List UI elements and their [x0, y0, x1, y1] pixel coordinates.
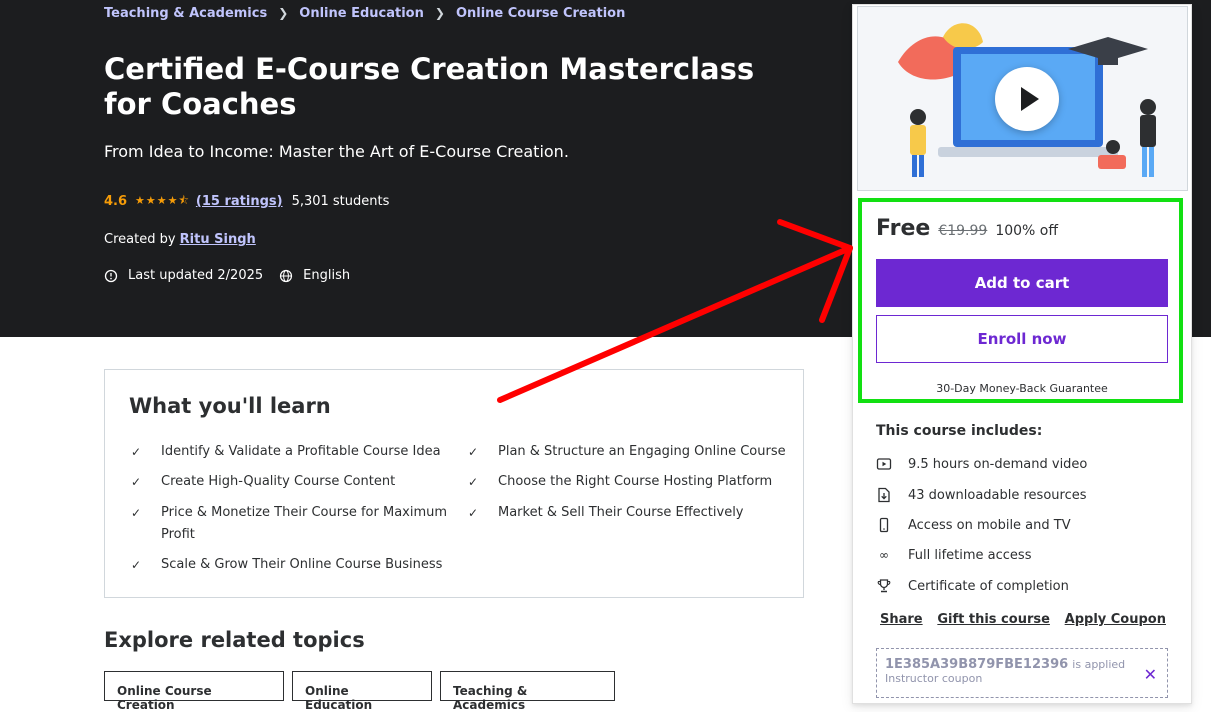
- explore-topics-heading: Explore related topics: [104, 628, 365, 652]
- coupon-code: 1E385A39B879FBE12396: [885, 657, 1069, 672]
- chevron-right-icon: ❯: [278, 6, 289, 20]
- coupon-applied-label: is applied: [1072, 658, 1126, 671]
- share-button[interactable]: Share: [880, 612, 923, 627]
- last-updated: Last updated 2/2025: [128, 268, 264, 283]
- include-item: 9.5 hours on-demand video: [876, 456, 1087, 472]
- check-icon: ✓: [131, 506, 142, 520]
- globe-icon: [280, 269, 293, 282]
- check-icon: ✓: [131, 475, 142, 489]
- infinity-icon: ∞: [879, 548, 889, 562]
- include-item: Certificate of completion: [876, 578, 1069, 594]
- course-preview-video[interactable]: [857, 6, 1188, 191]
- learn-item: ✓ Market & Sell Their Course Effectively: [468, 502, 788, 524]
- rating-row: 4.6 ★★★★⯪ (15 ratings) 5,301 students: [104, 192, 389, 211]
- learn-item-text: Plan & Structure an Engaging Online Cour…: [498, 444, 786, 459]
- instructor-link[interactable]: Ritu Singh: [180, 232, 256, 247]
- alert-clock-icon: [104, 269, 118, 282]
- check-icon: ✓: [131, 558, 142, 572]
- play-icon[interactable]: [995, 67, 1059, 131]
- learn-item: ✓ Create High-Quality Course Content: [131, 471, 451, 493]
- topic-tag-online-education[interactable]: Online Education: [292, 671, 432, 712]
- ratings-count-link[interactable]: (15 ratings): [196, 194, 283, 209]
- what-you-learn-box: What you'll learn ✓ Identify & Validate …: [104, 369, 804, 598]
- apply-coupon-button[interactable]: Apply Coupon: [1065, 612, 1166, 627]
- course-subtitle: From Idea to Income: Master the Art of E…: [104, 142, 569, 161]
- course-meta: Last updated 2/2025 English: [104, 268, 366, 283]
- rating-value: 4.6: [104, 194, 128, 209]
- check-icon: ✓: [131, 445, 142, 459]
- created-by: Created by Ritu Singh: [104, 232, 256, 247]
- applied-coupon: 1E385A39B879FBE12396 is applied Instruct…: [876, 648, 1168, 698]
- include-item-text: 9.5 hours on-demand video: [908, 456, 1088, 472]
- file-download-icon: [878, 487, 890, 503]
- gift-course-button[interactable]: Gift this course: [937, 612, 1050, 627]
- breadcrumb-item-online-course-creation[interactable]: Online Course Creation: [456, 6, 625, 21]
- learn-item: ✓ Identify & Validate a Profitable Cours…: [131, 441, 451, 463]
- include-item: 43 downloadable resources: [876, 487, 1087, 503]
- includes-heading: This course includes:: [876, 423, 1043, 439]
- include-item-text: Access on mobile and TV: [908, 517, 1071, 533]
- include-item-text: 43 downloadable resources: [908, 487, 1087, 503]
- check-icon: ✓: [468, 445, 479, 459]
- annotation-highlight-box: [858, 198, 1183, 403]
- students-count: 5,301 students: [291, 194, 390, 209]
- video-icon: [876, 458, 892, 470]
- what-you-learn-heading: What you'll learn: [129, 394, 331, 418]
- breadcrumb: Teaching & Academics ❯ Online Education …: [104, 4, 625, 22]
- coupon-note: Instructor coupon: [885, 672, 983, 685]
- learn-item-text: Price & Monetize Their Course for Maximu…: [161, 505, 448, 542]
- check-icon: ✓: [468, 506, 479, 520]
- star-rating-icon: ★★★★⯪: [135, 194, 190, 207]
- include-item: Access on mobile and TV: [876, 517, 1071, 533]
- mobile-icon: [879, 517, 889, 533]
- include-item: ∞ Full lifetime access: [876, 547, 1031, 563]
- learn-item-text: Market & Sell Their Course Effectively: [498, 505, 744, 520]
- breadcrumb-item-teaching-academics[interactable]: Teaching & Academics: [104, 6, 267, 21]
- learn-item-text: Create High-Quality Course Content: [161, 474, 396, 489]
- learn-item: ✓ Scale & Grow Their Online Course Busin…: [131, 554, 451, 576]
- learn-item: ✓ Price & Monetize Their Course for Maxi…: [131, 502, 451, 546]
- learn-item: ✓ Choose the Right Course Hosting Platfo…: [468, 471, 788, 493]
- topic-tag-online-course-creation[interactable]: Online Course Creation: [104, 671, 284, 712]
- topic-tag-teaching-academics[interactable]: Teaching & Academics: [440, 671, 615, 712]
- created-by-label: Created by: [104, 232, 176, 247]
- remove-coupon-icon[interactable]: ✕: [1144, 665, 1157, 684]
- learn-item-text: Scale & Grow Their Online Course Busines…: [161, 557, 443, 572]
- learn-item: ✓ Plan & Structure an Engaging Online Co…: [468, 441, 788, 463]
- check-icon: ✓: [468, 475, 479, 489]
- course-title: Certified E-Course Creation Masterclass …: [104, 52, 755, 121]
- course-language: English: [303, 268, 351, 283]
- breadcrumb-item-online-education[interactable]: Online Education: [299, 6, 424, 21]
- include-item-text: Certificate of completion: [908, 578, 1069, 594]
- learn-item-text: Identify & Validate a Profitable Course …: [161, 444, 441, 459]
- trophy-icon: [877, 579, 891, 593]
- sidebar-actions: Share Gift this course Apply Coupon: [880, 612, 1166, 627]
- include-item-text: Full lifetime access: [908, 547, 1032, 563]
- chevron-right-icon: ❯: [434, 6, 445, 20]
- learn-item-text: Choose the Right Course Hosting Platform: [498, 474, 773, 489]
